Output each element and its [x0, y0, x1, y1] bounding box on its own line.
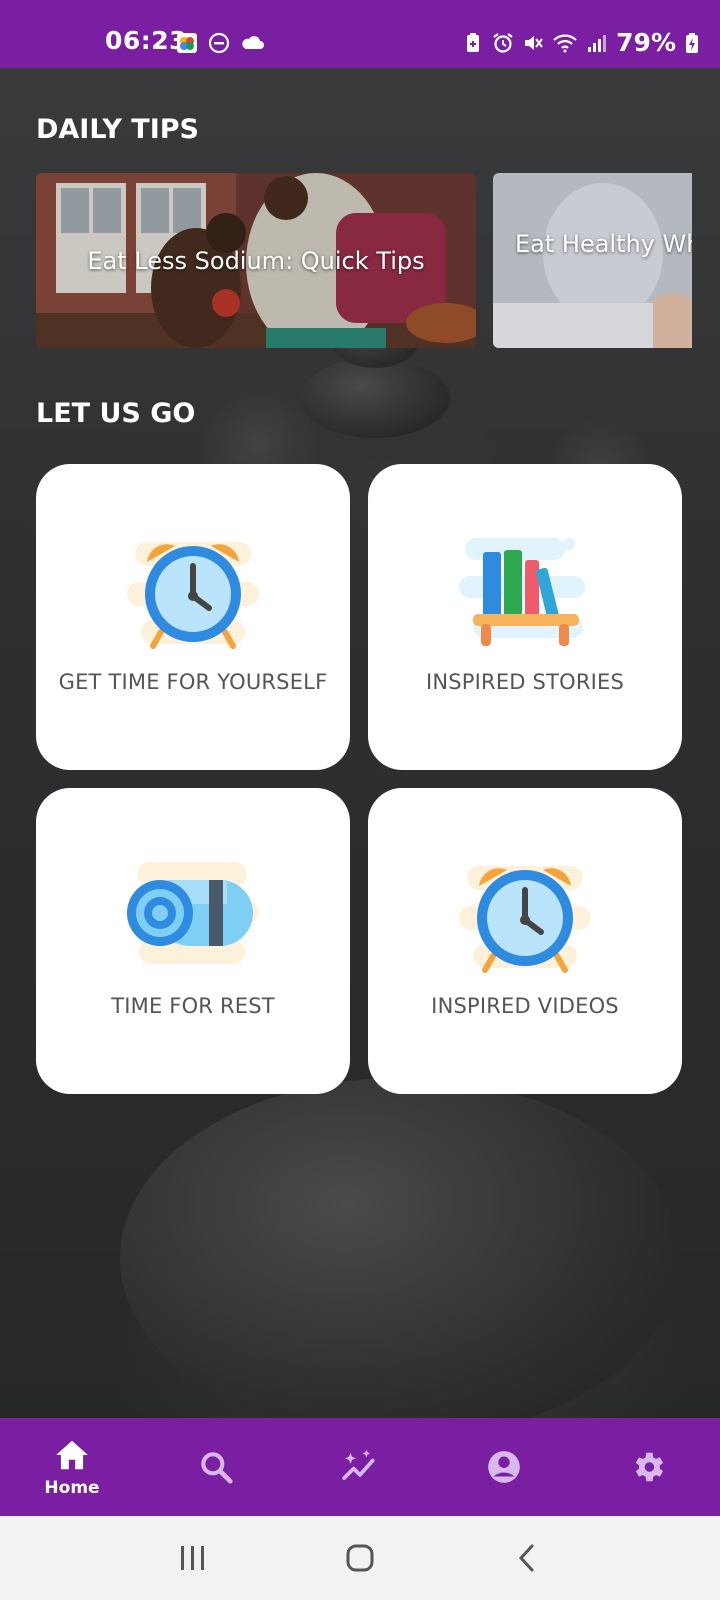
signal-icon — [588, 34, 607, 52]
alarm-clock-icon — [459, 866, 591, 973]
card-label: GET TIME FOR YOURSELF — [58, 670, 328, 694]
status-left-icons — [176, 32, 266, 54]
recents-icon — [181, 1546, 205, 1570]
mute-icon — [525, 35, 543, 50]
alarm-clock-icon — [127, 542, 259, 649]
tip-image — [493, 173, 692, 348]
tip-label: Eat Less Sodium: Quick Tips — [87, 246, 425, 275]
bottom-nav: Home — [0, 1418, 720, 1516]
recents-button[interactable] — [173, 1538, 213, 1578]
tip-card[interactable]: Eat Healthy While — [493, 173, 692, 348]
nav-label: Home — [44, 1478, 100, 1498]
nav-home[interactable]: Home — [0, 1418, 144, 1516]
tip-label: Eat Healthy While — [515, 229, 692, 258]
home-circle-icon — [346, 1544, 374, 1572]
stone — [300, 358, 450, 438]
gear-icon — [635, 1452, 664, 1482]
battery-icon — [686, 32, 698, 53]
tips-carousel[interactable]: Eat Less Sodium: Quick Tips Eat Healthy … — [36, 173, 692, 350]
tip-card[interactable]: Eat Less Sodium: Quick Tips — [36, 173, 476, 348]
dnd-icon — [208, 32, 230, 54]
status-bar: 06:23 79% — [0, 0, 720, 68]
card-label: INSPIRED VIDEOS — [431, 994, 619, 1018]
bookshelf-icon — [459, 538, 585, 646]
status-right-icons: 79% — [462, 28, 700, 57]
card-get-time-for-yourself[interactable]: GET TIME FOR YOURSELF — [36, 464, 350, 770]
card-label: INSPIRED STORIES — [425, 670, 625, 694]
back-icon — [518, 1544, 534, 1572]
status-time: 06:23 — [105, 26, 188, 55]
system-nav-bar — [0, 1516, 720, 1600]
card-time-for-rest[interactable]: TIME FOR REST — [36, 788, 350, 1094]
card-inspired-videos[interactable]: INSPIRED VIDEOS — [368, 788, 682, 1094]
photos-icon — [177, 33, 197, 53]
home-button[interactable] — [340, 1538, 380, 1578]
daily-tips-title: DAILY TIPS — [36, 114, 200, 145]
nav-settings[interactable] — [576, 1418, 720, 1516]
nav-search[interactable] — [144, 1418, 288, 1516]
account-icon — [488, 1451, 520, 1483]
stone — [120, 1078, 680, 1438]
alarm-icon — [493, 32, 513, 53]
home-icon — [56, 1440, 88, 1470]
battery-percent: 79% — [616, 28, 676, 57]
let-us-go-title: LET US GO — [36, 398, 196, 429]
battery-saver-icon — [467, 32, 480, 52]
sparkle-chart-icon — [342, 1449, 375, 1480]
back-button[interactable] — [507, 1538, 547, 1578]
wifi-icon — [553, 34, 577, 52]
nav-insights[interactable] — [288, 1418, 432, 1516]
search-icon — [201, 1452, 233, 1484]
cloud-icon — [242, 36, 264, 49]
yoga-mat-icon — [127, 862, 259, 964]
card-label: TIME FOR REST — [111, 994, 275, 1018]
nav-profile[interactable] — [432, 1418, 576, 1516]
card-inspired-stories[interactable]: INSPIRED STORIES — [368, 464, 682, 770]
